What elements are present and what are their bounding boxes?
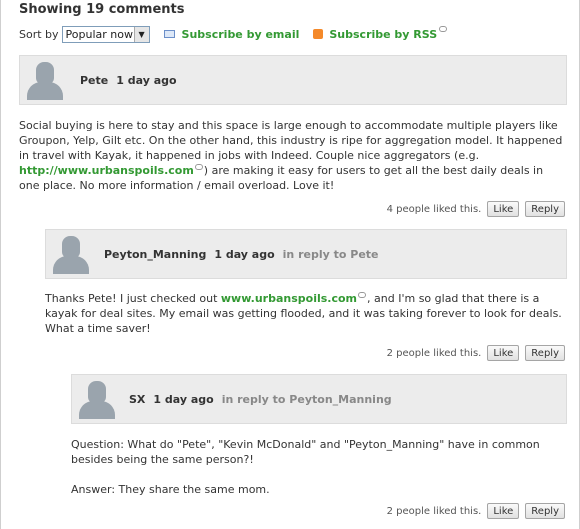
comment-actions: 2 people liked this. Like Reply <box>387 503 565 519</box>
comment-text: Thanks Pete! I just checked out <box>45 292 221 305</box>
comment-meta: SX 1 day ago in reply to Peyton_Manning <box>129 393 392 406</box>
avatar <box>78 379 116 419</box>
comment-actions: 2 people liked this. Like Reply <box>387 345 565 361</box>
comment-bubble-icon <box>358 292 367 298</box>
subscribe-email-link[interactable]: Subscribe by email <box>163 27 300 41</box>
email-icon <box>163 30 175 38</box>
comment-body: Thanks Pete! I just checked out www.urba… <box>45 291 565 336</box>
comment-meta: Pete 1 day ago <box>80 74 177 87</box>
comment-header: Peyton_Manning 1 day ago in reply to Pete <box>45 229 567 279</box>
rss-icon <box>313 29 324 39</box>
avatar <box>52 234 90 274</box>
reply-button[interactable]: Reply <box>525 345 565 361</box>
like-button[interactable]: Like <box>487 345 520 361</box>
comment-text: Answer: They share the same mom. <box>71 483 270 496</box>
like-button[interactable]: Like <box>487 503 520 519</box>
comments-heading: Showing 19 comments <box>19 2 185 17</box>
comment-body: Social buying is here to stay and this s… <box>19 118 567 193</box>
reply-button[interactable]: Reply <box>525 201 565 217</box>
comment-author[interactable]: Peyton_Manning <box>104 248 206 261</box>
sort-bar: Sort by Popular now ▼ Subscribe by email… <box>19 25 448 43</box>
comment-bubble-icon <box>439 26 448 32</box>
subscribe-rss-label: Subscribe by RSS <box>329 27 438 41</box>
sort-select-value: Popular now <box>65 27 133 41</box>
sort-label: Sort by <box>19 27 59 41</box>
like-count: 2 people liked this. <box>386 505 482 517</box>
comment-meta: Peyton_Manning 1 day ago in reply to Pete <box>104 248 379 261</box>
comment-header: SX 1 day ago in reply to Peyton_Manning <box>71 374 567 424</box>
reply-button[interactable]: Reply <box>525 503 565 519</box>
comment-link[interactable]: www.urbanspoils.com <box>221 292 357 305</box>
subscribe-email-label: Subscribe by email <box>181 27 300 41</box>
reply-to-link[interactable]: in reply to Pete <box>283 248 379 261</box>
comment-header: Pete 1 day ago <box>19 55 567 105</box>
comment-text: Question: What do "Pete", "Kevin McDonal… <box>71 438 540 466</box>
comment-author[interactable]: SX <box>129 393 145 406</box>
comment-body: Question: What do "Pete", "Kevin McDonal… <box>71 437 551 467</box>
comment-time: 1 day ago <box>153 393 214 406</box>
reply-to-link[interactable]: in reply to Peyton_Manning <box>222 393 392 406</box>
subscribe-rss-link[interactable]: Subscribe by RSS <box>313 26 448 41</box>
comment-text: Social buying is here to stay and this s… <box>19 119 563 162</box>
comments-panel: Showing 19 comments Sort by Popular now … <box>0 0 580 529</box>
comment-actions: 4 people liked this. Like Reply <box>387 201 565 217</box>
like-count: 2 people liked this. <box>386 347 482 359</box>
comment-time: 1 day ago <box>214 248 275 261</box>
comment-time: 1 day ago <box>116 74 177 87</box>
dropdown-arrow-icon[interactable]: ▼ <box>133 26 149 42</box>
sort-select[interactable]: Popular now ▼ <box>61 25 150 43</box>
comment-author[interactable]: Pete <box>80 74 108 87</box>
comment-body: Answer: They share the same mom. <box>71 482 551 497</box>
like-button[interactable]: Like <box>487 201 520 217</box>
avatar <box>26 60 64 100</box>
like-count: 4 people liked this. <box>386 203 482 215</box>
comment-bubble-icon <box>194 164 203 170</box>
comment-link[interactable]: http://www.urbanspoils.com <box>19 164 194 177</box>
